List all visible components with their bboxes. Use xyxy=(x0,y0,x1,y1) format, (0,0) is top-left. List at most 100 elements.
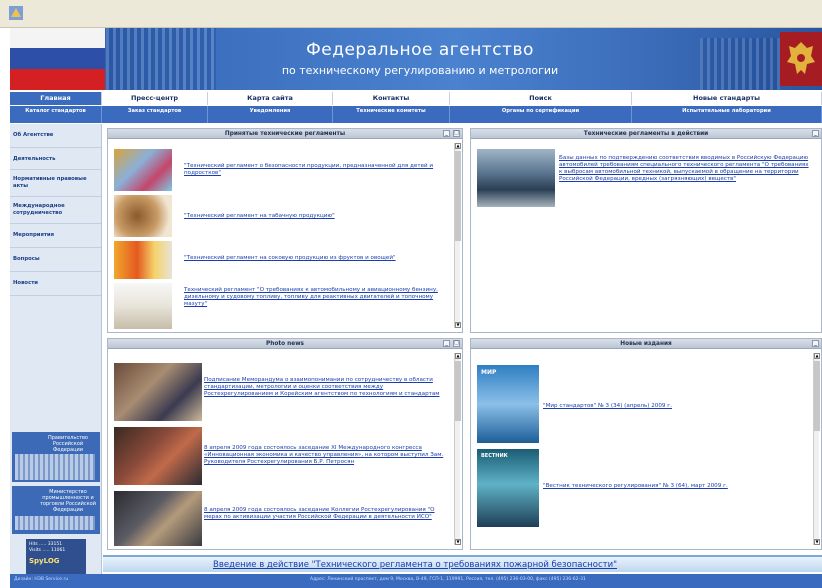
photo-news-link[interactable]: 8 апреля 2009 года состоялось заседание … xyxy=(204,507,450,521)
window-toolbar xyxy=(0,0,822,28)
cover-title: ВЕСТНИК xyxy=(481,453,508,459)
footer: Дизайн: НЭВ Service.ru Адрес: Ленинский … xyxy=(10,574,822,588)
nav-testing-labs[interactable]: Испытательные лаборатории xyxy=(632,106,822,123)
sidebar: Об Агентстве Деятельность Нормативные пр… xyxy=(10,124,102,580)
regulation-link[interactable]: "Технический регламент о безопасности пр… xyxy=(184,163,446,177)
minimize-icon[interactable]: _ xyxy=(812,130,819,137)
list-item: Подписание Меморандума о взаимопонимании… xyxy=(114,363,450,421)
panel-title: Новые издания xyxy=(620,341,672,347)
panel-title: Принятые технические регламенты xyxy=(224,131,346,137)
panel-header: Технические регламенты в действии _ xyxy=(471,129,821,139)
nav-technical-committees[interactable]: Технические комитеты xyxy=(333,106,450,123)
nav-home[interactable]: Главная xyxy=(10,92,102,105)
nav-sitemap[interactable]: Карта сайта xyxy=(208,92,333,105)
memorandum-photo xyxy=(114,363,202,421)
scroll-down-icon[interactable]: ▼ xyxy=(455,539,461,545)
sidebar-item-events[interactable]: Мероприятия xyxy=(10,224,101,248)
russian-flag-image xyxy=(10,28,105,90)
sidebar-item-about[interactable]: Об Агентстве xyxy=(10,124,101,148)
panel-header: Принятые технические регламенты _ □ xyxy=(108,129,462,139)
coat-of-arms-icon xyxy=(780,32,822,86)
car-image xyxy=(477,149,555,207)
panel-header: Новые издания _ xyxy=(471,339,821,349)
sidebar-item-activity[interactable]: Деятельность xyxy=(10,148,101,170)
scrollbar[interactable]: ▲ ▼ xyxy=(454,143,461,328)
regulation-link[interactable]: "Технический регламент на табачную проду… xyxy=(184,213,446,220)
sidebar-item-news[interactable]: Новости xyxy=(10,272,101,296)
sidebar-item-international[interactable]: Международное сотрудничество xyxy=(10,197,101,224)
agency-subtitle: по техническому регулированию и метролог… xyxy=(281,64,559,77)
minimize-icon[interactable]: _ xyxy=(443,340,450,347)
scroll-thumb[interactable] xyxy=(455,151,461,241)
nav-order-standards[interactable]: Заказ стандартов xyxy=(102,106,208,123)
ministry-building-image xyxy=(15,516,95,530)
ministry-promo-banner[interactable]: Министерство промышленности и торговли Р… xyxy=(12,486,100,534)
agency-title: Федеральное агентство xyxy=(306,40,534,60)
scrollbar[interactable]: ▲ ▼ xyxy=(454,353,461,545)
car-database-link[interactable]: Базы данных по подтверждению соответстви… xyxy=(559,155,809,183)
sidebar-item-questions[interactable]: Вопросы xyxy=(10,248,101,272)
scroll-down-icon[interactable]: ▼ xyxy=(814,539,820,545)
list-item: "Технический регламент о безопасности пр… xyxy=(114,149,450,191)
panel-photo-news: Photo news _ □ Подписание Меморандума о … xyxy=(107,338,463,550)
building-image xyxy=(106,28,216,90)
tobacco-image xyxy=(114,195,172,237)
nav-press-center[interactable]: Пресс-центр xyxy=(102,92,208,105)
panel-title: Photo news xyxy=(266,341,304,347)
maximize-icon[interactable]: □ xyxy=(453,340,460,347)
regulation-link[interactable]: Технический регламент "О требованиях к а… xyxy=(184,287,446,308)
ministry-promo-label: Министерство промышленности и торговли Р… xyxy=(40,489,96,513)
photo-news-link[interactable]: Подписание Меморандума о взаимопонимании… xyxy=(204,377,450,398)
list-item: "Технический регламент на соковую продук… xyxy=(114,241,450,279)
regulation-link[interactable]: "Технический регламент на соковую продук… xyxy=(184,255,446,262)
panel-regulations-in-action: Технические регламенты в действии _ Базы… xyxy=(470,128,822,333)
nav-notifications[interactable]: Уведомления xyxy=(208,106,333,123)
list-item: 8 апреля 2009 года состоялось заседание … xyxy=(114,427,450,485)
maximize-icon[interactable]: □ xyxy=(453,130,460,137)
footer-design-credit[interactable]: Дизайн: НЭВ Service.ru xyxy=(14,577,68,582)
nav-search[interactable]: Поиск xyxy=(450,92,632,105)
page: Федеральное агентство по техническому ре… xyxy=(0,0,822,588)
scroll-thumb[interactable] xyxy=(814,361,820,431)
nav-certification-bodies[interactable]: Органы по сертификации xyxy=(450,106,632,123)
scrollbar[interactable]: ▲ ▼ xyxy=(813,353,820,545)
scroll-down-icon[interactable]: ▼ xyxy=(455,322,461,328)
edition-link[interactable]: "Вестник технического регулирования" № 3… xyxy=(543,483,803,490)
app-icon xyxy=(9,6,23,20)
minimize-icon[interactable]: _ xyxy=(812,340,819,347)
government-building-image xyxy=(15,454,95,480)
counter-hits-label: Hits xyxy=(29,542,38,547)
photo-news-link[interactable]: 8 апреля 2009 года состоялось заседание … xyxy=(204,445,450,466)
building-image-right xyxy=(700,38,780,90)
fire-safety-banner[interactable]: Введение в действие "Технического реглам… xyxy=(103,555,822,572)
footer-address: Адрес: Ленинский проспект, дом 9, Москва… xyxy=(310,577,586,582)
nav-new-standards[interactable]: Новые стандарты xyxy=(632,92,822,105)
vestnik-cover: ВЕСТНИК xyxy=(477,449,539,527)
edition-link[interactable]: "Мир стандартов" № 3 (34) (апрель) 2009 … xyxy=(543,403,803,410)
scroll-up-icon[interactable]: ▲ xyxy=(814,353,820,359)
spylog-logo-icon: SpyLOG xyxy=(29,557,60,565)
list-item: Базы данных по подтверждению соответстви… xyxy=(477,149,809,209)
sidebar-item-legal-acts[interactable]: Нормативные правовые акты xyxy=(10,170,101,197)
scroll-up-icon[interactable]: ▲ xyxy=(455,353,461,359)
nav-contacts[interactable]: Контакты xyxy=(333,92,450,105)
scroll-thumb[interactable] xyxy=(455,361,461,421)
nav-standards-catalog[interactable]: Каталог стандартов xyxy=(10,106,102,123)
scroll-up-icon[interactable]: ▲ xyxy=(455,143,461,149)
counter-hits-value: 33151 xyxy=(47,542,63,547)
list-item: Технический регламент "О требованиях к а… xyxy=(114,283,450,329)
secondary-nav: Каталог стандартов Заказ стандартов Увед… xyxy=(10,106,822,123)
juice-image xyxy=(114,241,172,279)
counter-visits-label: Visits xyxy=(29,548,41,553)
panel-adopted-regulations: Принятые технические регламенты _ □ "Тех… xyxy=(107,128,463,333)
main-nav: Главная Пресс-центр Карта сайта Контакты… xyxy=(10,92,822,105)
government-promo-banner[interactable]: Правительство Российской Федерации xyxy=(12,432,100,482)
visit-counter[interactable]: Hits ..... 33151 Visits ..... 11061 SpyL… xyxy=(26,539,86,579)
government-promo-label: Правительство Российской Федерации xyxy=(48,435,88,453)
fire-safety-link[interactable]: Введение в действие "Технического реглам… xyxy=(213,560,617,570)
fuel-image xyxy=(114,283,172,329)
mir-standartov-cover: МИР xyxy=(477,365,539,443)
list-item: МИР "Мир стандартов" № 3 (34) (апрель) 2… xyxy=(477,365,809,445)
minimize-icon[interactable]: _ xyxy=(443,130,450,137)
counter-visits-value: 11061 xyxy=(50,548,66,553)
